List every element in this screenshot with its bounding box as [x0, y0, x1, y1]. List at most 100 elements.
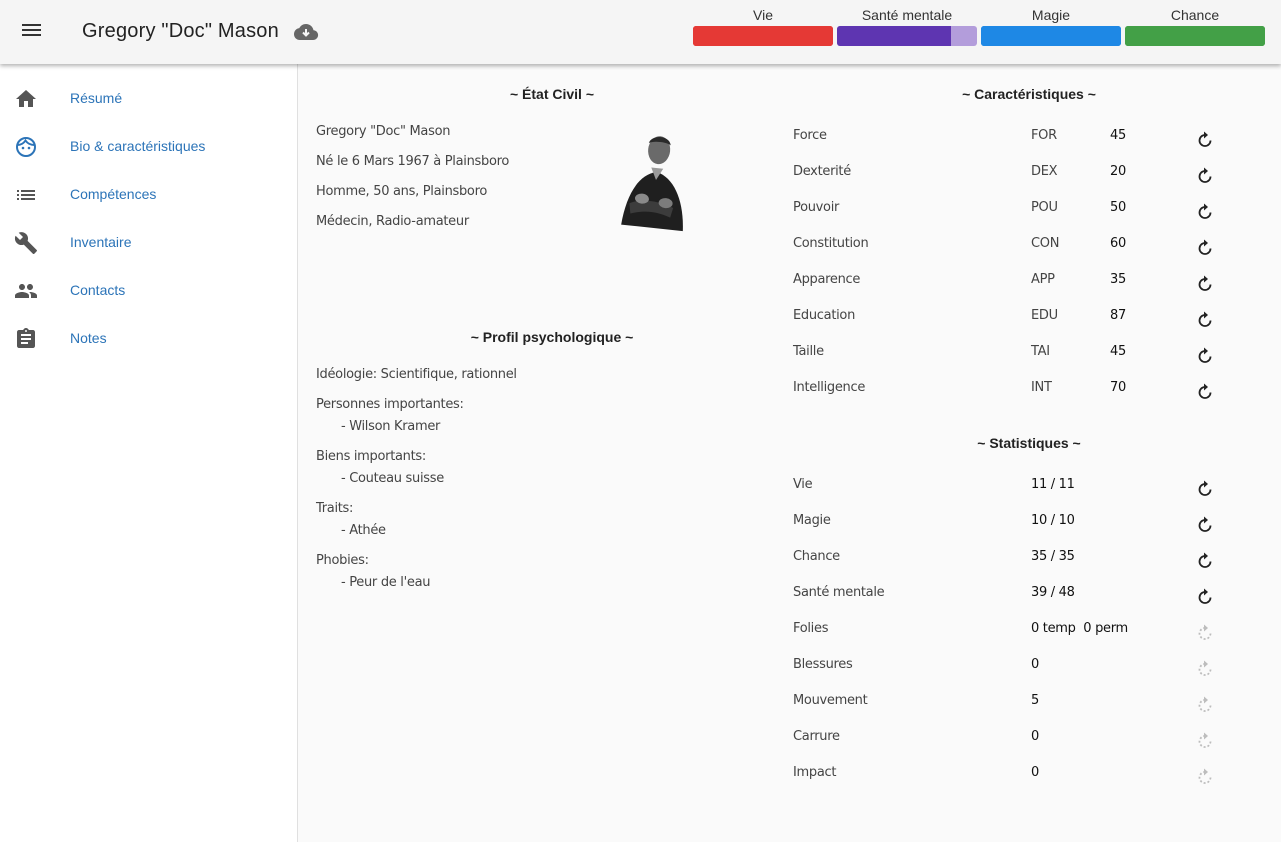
- gauge: Vie: [693, 6, 833, 46]
- sidebar-item-label: Résumé: [70, 90, 123, 106]
- profil-group-item: - Athée: [341, 523, 386, 538]
- caracteristiques-title: ~ Caractéristiques ~: [962, 86, 1096, 102]
- stat-name: Mouvement: [793, 693, 868, 708]
- profil-group-item: - Couteau suisse: [341, 471, 444, 486]
- reroll-icon[interactable]: [1195, 587, 1215, 607]
- profil-group-label: Personnes importantes:: [316, 397, 464, 412]
- reroll-icon[interactable]: [1195, 310, 1215, 330]
- stat-value: 10 / 10: [1031, 513, 1075, 528]
- profil-group-label: Traits:: [316, 501, 354, 516]
- reroll-icon[interactable]: [1195, 274, 1215, 294]
- gauge: Chance: [1125, 6, 1265, 46]
- reroll-icon: [1195, 623, 1215, 643]
- profil-group-label: Phobies:: [316, 553, 369, 568]
- wrench-icon: [14, 231, 38, 255]
- characteristic-value: 70: [1110, 380, 1126, 395]
- sidebar-item-label: Contacts: [70, 282, 126, 298]
- stat-name: Carrure: [793, 729, 840, 744]
- characteristic-abbr: DEX: [1031, 164, 1058, 179]
- stat-name: Chance: [793, 549, 840, 564]
- sidebar-item-notes[interactable]: Notes: [0, 315, 297, 363]
- reroll-icon[interactable]: [1195, 382, 1215, 402]
- gauge-bar: [837, 26, 977, 46]
- sidebar-item-contacts[interactable]: Contacts: [0, 267, 297, 315]
- etat-civil-occupation: Médecin, Radio-amateur: [316, 214, 469, 229]
- characteristic-abbr: POU: [1031, 200, 1058, 215]
- gauge: Santé mentale: [837, 6, 977, 46]
- stat-value: 0: [1031, 765, 1039, 780]
- characteristic-value: 20: [1110, 164, 1126, 179]
- reroll-icon[interactable]: [1195, 479, 1215, 499]
- profil-group-label: Biens importants:: [316, 449, 426, 464]
- face-icon: [14, 135, 38, 159]
- stat-value: 0: [1031, 729, 1039, 744]
- sidebar-item-competences[interactable]: Compétences: [0, 171, 297, 219]
- characteristic-name: Dexterité: [793, 164, 851, 179]
- characteristic-name: Taille: [793, 344, 824, 359]
- etat-civil-birth: Né le 6 Mars 1967 à Plainsboro: [316, 154, 510, 169]
- stat-value: 11 / 11: [1031, 477, 1075, 492]
- characteristic-value: 87: [1110, 308, 1126, 323]
- gauge-fill: [837, 26, 951, 46]
- sidebar: Résumé Bio & caractéristiques Compétence…: [0, 64, 298, 842]
- reroll-icon: [1195, 731, 1215, 751]
- characteristic-abbr: CON: [1031, 236, 1060, 251]
- characteristic-value: 45: [1110, 128, 1126, 143]
- main-content: ~ État Civil ~ Gregory "Doc" Mason Né le…: [298, 64, 1281, 842]
- sidebar-item-label: Bio & caractéristiques: [70, 138, 206, 154]
- stat-name: Impact: [793, 765, 837, 780]
- reroll-icon[interactable]: [1195, 346, 1215, 366]
- gauge-fill: [981, 26, 1121, 46]
- characteristic-abbr: INT: [1031, 380, 1052, 395]
- menu-icon[interactable]: [20, 21, 44, 43]
- home-icon: [14, 87, 38, 111]
- sidebar-item-label: Inventaire: [70, 234, 132, 250]
- characteristic-name: Force: [793, 128, 827, 143]
- cloud-download-icon[interactable]: [293, 22, 319, 42]
- reroll-icon[interactable]: [1195, 130, 1215, 150]
- sidebar-item-resume[interactable]: Résumé: [0, 75, 297, 123]
- profil-group-item: - Wilson Kramer: [341, 419, 441, 434]
- stat-value: 35 / 35: [1031, 549, 1075, 564]
- reroll-icon[interactable]: [1195, 551, 1215, 571]
- stat-name: Folies: [793, 621, 829, 636]
- characteristic-name: Apparence: [793, 272, 861, 287]
- stat-name: Santé mentale: [793, 585, 885, 600]
- gauge-label: Santé mentale: [861, 7, 953, 23]
- sidebar-item-inventaire[interactable]: Inventaire: [0, 219, 297, 267]
- stat-value: 0: [1031, 657, 1039, 672]
- characteristic-value: 35: [1110, 272, 1126, 287]
- characteristic-value: 50: [1110, 200, 1126, 215]
- sidebar-item-label: Compétences: [70, 186, 157, 202]
- characteristic-abbr: APP: [1031, 272, 1055, 287]
- characteristic-name: Constitution: [793, 236, 869, 251]
- stat-value: 0 temp 0 perm: [1031, 621, 1128, 636]
- page-title: Gregory "Doc" Mason: [82, 20, 279, 42]
- characteristic-name: Pouvoir: [793, 200, 840, 215]
- reroll-icon[interactable]: [1195, 515, 1215, 535]
- characteristic-abbr: EDU: [1031, 308, 1058, 323]
- reroll-icon[interactable]: [1195, 166, 1215, 186]
- characteristic-value: 45: [1110, 344, 1126, 359]
- sidebar-item-label: Notes: [70, 330, 107, 346]
- reroll-icon[interactable]: [1195, 202, 1215, 222]
- stat-value: 5: [1031, 693, 1039, 708]
- stat-name: Blessures: [793, 657, 853, 672]
- characteristic-name: Education: [793, 308, 856, 323]
- people-icon: [14, 279, 38, 303]
- stat-name: Magie: [793, 513, 831, 528]
- reroll-icon: [1195, 767, 1215, 787]
- character-portrait: [613, 128, 699, 232]
- sidebar-item-bio[interactable]: Bio & caractéristiques: [0, 123, 297, 171]
- reroll-icon[interactable]: [1195, 238, 1215, 258]
- gauge-label: Magie: [1031, 7, 1071, 23]
- characteristic-abbr: TAI: [1031, 344, 1050, 359]
- stat-name: Vie: [793, 477, 813, 492]
- profil-ideologie: Idéologie: Scientifique, rationnel: [316, 367, 517, 382]
- gauge-bar: [693, 26, 833, 46]
- characteristic-value: 60: [1110, 236, 1126, 251]
- etat-civil-name: Gregory "Doc" Mason: [316, 124, 451, 139]
- app-bar: Gregory "Doc" Mason Vie Santé mentale Magi…: [0, 0, 1281, 64]
- profil-title: ~ Profil psychologique ~: [470, 329, 634, 345]
- gauge-fill: [693, 26, 833, 46]
